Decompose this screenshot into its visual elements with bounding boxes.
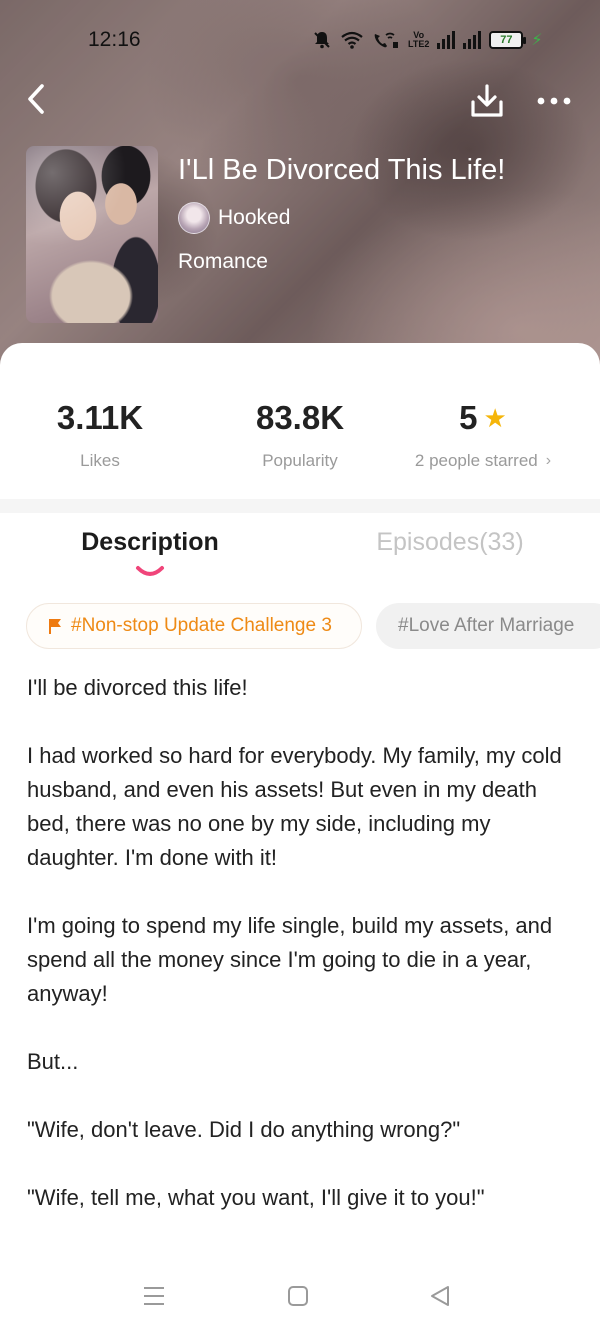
charging-icon: ⚡: [531, 32, 543, 49]
popularity-label: Popularity: [262, 451, 338, 470]
tag-update-challenge-label[interactable]: #Non-stop Update Challenge 3: [71, 615, 332, 637]
status-icons: Vo LTE2 77 ⚡: [312, 28, 543, 52]
download-icon[interactable]: [468, 82, 506, 120]
likes-label: Likes: [80, 451, 120, 470]
recent-apps-icon[interactable]: [142, 1284, 166, 1308]
wifi-calling-icon: [374, 32, 398, 48]
top-nav: [0, 80, 600, 124]
system-back-icon[interactable]: [428, 1284, 452, 1308]
flag-icon: [49, 619, 61, 634]
description-paragraph: But...: [27, 1049, 79, 1074]
details-sheet: 3.11K Likes 83.8K Popularity 5 ★ 2 peopl…: [0, 343, 600, 1333]
status-bar: 12:16 Vo LTE2 77 ⚡: [0, 0, 600, 80]
home-icon[interactable]: [286, 1284, 310, 1308]
bell-muted-icon: [314, 32, 330, 49]
description-text: I'll be divorced this life! I had worked…: [27, 671, 567, 1249]
author-name[interactable]: Hooked: [218, 206, 290, 230]
volte-icon: Vo LTE2: [408, 30, 430, 49]
chevron-right-icon[interactable]: ›: [546, 452, 551, 470]
active-tab-indicator: [136, 566, 164, 576]
description-paragraph: I had worked so hard for everybody. My f…: [27, 743, 562, 870]
description-paragraph: I'll be divorced this life!: [27, 675, 248, 700]
author-row[interactable]: Hooked: [178, 202, 290, 234]
tag-update-challenge[interactable]: #Non-stop Update Challenge 3: [26, 603, 362, 649]
tab-episodes[interactable]: Episodes(33): [300, 528, 600, 557]
star-icon: ★: [483, 403, 507, 433]
author-avatar[interactable]: [178, 202, 210, 234]
rating-label[interactable]: 2 people starred: [415, 451, 538, 471]
description-paragraph: I'm going to spend my life single, build…: [27, 913, 553, 1006]
popularity-value: 83.8K: [255, 399, 345, 436]
battery-icon: 77: [489, 31, 527, 49]
tab-description[interactable]: Description: [0, 528, 300, 557]
tag-row: #Non-stop Update Challenge 3 #Love After…: [26, 603, 600, 649]
tab-bar: Description Episodes(33): [0, 528, 600, 578]
book-cover[interactable]: [26, 146, 158, 323]
book-genre[interactable]: Romance: [178, 250, 268, 274]
stat-popularity: 83.8K Popularity: [200, 399, 400, 471]
signal-icon: [437, 31, 456, 49]
likes-value: 3.11K: [56, 399, 144, 436]
wifi-icon: [341, 31, 363, 49]
signal-icon-2: [463, 31, 482, 49]
back-icon[interactable]: [22, 80, 52, 120]
rating-value: 5: [459, 399, 478, 436]
stat-likes: 3.11K Likes: [0, 399, 200, 471]
stat-rating[interactable]: 5 ★ 2 people starred ›: [383, 399, 583, 471]
description-paragraph: "Wife, don't leave. Did I do anything wr…: [27, 1117, 461, 1142]
stats-row: 3.11K Likes 83.8K Popularity 5 ★ 2 peopl…: [0, 399, 600, 479]
more-options-icon[interactable]: [534, 88, 574, 114]
book-title: I'Ll Be Divorced This Life!: [178, 154, 506, 186]
status-time: 12:16: [88, 28, 141, 51]
system-navigation-bar: [0, 1262, 600, 1333]
tag-love-after-marriage[interactable]: #Love After Marriage: [376, 603, 600, 649]
description-paragraph: "Wife, tell me, what you want, I'll give…: [27, 1185, 485, 1210]
section-divider: [0, 499, 600, 513]
